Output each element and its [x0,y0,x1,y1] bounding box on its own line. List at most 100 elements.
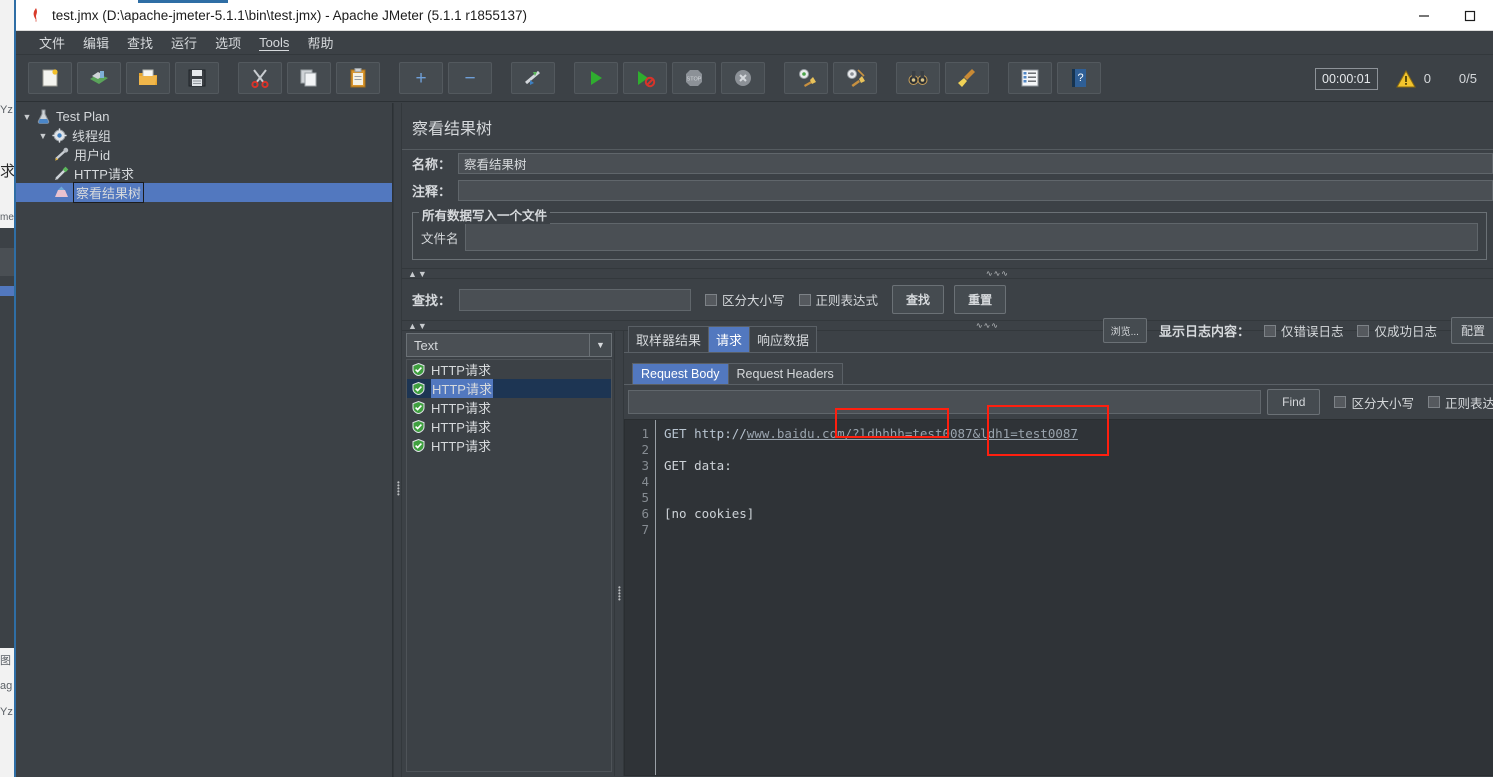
minus-icon[interactable]: − [448,62,492,94]
warning-indicator[interactable]: 0 [1395,69,1431,88]
tree-node-user-id[interactable]: 用户id [16,145,392,164]
tree-node-http-request[interactable]: HTTP请求 [16,164,392,183]
search-case-sensitive-checkbox[interactable] [705,293,718,306]
search-find-button[interactable]: 查找 [892,285,945,314]
tab-sampler-result[interactable]: 取样器结果 [628,326,710,352]
copy-pages-icon[interactable] [287,62,331,94]
horizontal-splitter-top[interactable]: ▲▼ ∿∿∿ [402,268,1493,279]
list-lines-icon[interactable] [1008,62,1052,94]
menu-item-search[interactable]: 查找 [118,31,162,54]
chevron-down-icon[interactable]: ▼ [589,334,611,356]
menu-item-file[interactable]: 文件 [30,31,74,54]
menu-item-tools[interactable]: Tools [250,33,298,52]
tree-node-test-plan[interactable]: ▼ Test Plan [16,107,392,126]
code-line-1: GET http://www.baidu.com/?ldhhhh=test008… [664,426,1493,442]
broom-icon[interactable] [945,62,989,94]
splitter-grip[interactable]: ∿∿∿ [986,269,1009,278]
shutdown-circle-icon[interactable] [721,62,765,94]
help-book-icon[interactable]: ? [1057,62,1101,94]
menu-item-options[interactable]: 选项 [206,31,250,54]
editor-content[interactable]: GET http://www.baidu.com/?ldhhhh=test008… [655,420,1493,775]
code-line-1-scheme: http:// [694,426,747,441]
tree-node-view-results-tree[interactable]: 察看结果树 [16,182,392,203]
plus-icon[interactable]: + [399,62,443,94]
play-green-icon[interactable] [574,62,618,94]
tree-node-label: 察看结果树 [72,182,145,203]
sample-results-list[interactable]: HTTP请求 HTTP请求 HTTP请求 HTTP请求 HTTP请求 [406,359,612,772]
menu-item-help[interactable]: 帮助 [298,31,342,54]
list-item[interactable]: HTTP请求 [407,379,611,398]
editor-find-input[interactable] [628,390,1262,414]
minimize-icon[interactable] [1401,0,1447,31]
clipboard-icon[interactable] [336,62,380,94]
tab-request[interactable]: 请求 [708,326,751,352]
name-input[interactable] [458,153,1493,174]
window-controls[interactable] [1401,0,1493,31]
results-list-column: Text ▼ HTTP请求 HTTP请求 HTTP请求 HTTP请求 HTTP请… [402,331,614,776]
filename-label: 文件名 [421,231,459,246]
stop-octagon-icon[interactable]: STOP [672,62,716,94]
errors-only-checkbox-wrap[interactable]: 仅错误日志 [1263,321,1343,340]
gear-broom-all-icon[interactable] [833,62,877,94]
splitter-arrows-icon[interactable]: ▲▼ [408,269,428,279]
save-disk-icon[interactable] [175,62,219,94]
main-split: ▼ Test Plan ▼ 线程组 用户id HTTP请求 察看结果树 • • … [16,103,1493,777]
binoculars-icon[interactable] [896,62,940,94]
list-item[interactable]: HTTP请求 [407,436,611,455]
splitter-arrows-icon[interactable]: ▲▼ [408,321,428,331]
tree-node-label: 用户id [74,148,111,163]
expand-twisty-icon[interactable]: ▼ [20,112,34,122]
success-shield-icon [412,381,425,398]
list-item[interactable]: HTTP请求 [407,417,611,436]
splitter-grip[interactable] [397,481,400,496]
list-item[interactable]: HTTP请求 [407,360,611,379]
search-regexp-wrap[interactable]: 正则表达式 [798,290,878,309]
test-plan-tree[interactable]: ▼ Test Plan ▼ 线程组 用户id HTTP请求 察看结果树 [16,103,393,777]
line-number: 1 [641,426,649,441]
open-folder-icon[interactable] [126,62,170,94]
request-subtabs[interactable]: Request Body Request Headers [624,363,1493,385]
subtab-request-headers[interactable]: Request Headers [727,363,843,384]
test-plan-icon [34,109,53,124]
menu-item-edit[interactable]: 编辑 [74,31,118,54]
list-item[interactable]: HTTP请求 [407,398,611,417]
menu-item-run[interactable]: 运行 [162,31,206,54]
tree-node-thread-group[interactable]: ▼ 线程组 [16,126,392,145]
subtab-request-body[interactable]: Request Body [632,363,729,384]
new-document-icon[interactable] [28,62,72,94]
expand-twisty-icon[interactable]: ▼ [36,131,50,141]
menu-bar[interactable]: 文件 编辑 查找 运行 选项 Tools 帮助 [16,31,1493,55]
search-reset-button[interactable]: 重置 [954,285,1007,314]
filename-input[interactable] [464,223,1478,251]
search-case-sensitive-wrap[interactable]: 区分大小写 [705,290,785,309]
list-item-label: HTTP请求 [431,401,491,416]
templates-icon[interactable] [77,62,121,94]
editor-case-sensitive-wrap[interactable]: 区分大小写 [1334,393,1414,412]
toggle-pencil-icon[interactable] [511,62,555,94]
results-detail-splitter[interactable] [614,331,624,776]
editor-regexp-wrap[interactable]: 正则表达 [1427,393,1493,412]
elapsed-time: 00:00:01 [1315,67,1378,90]
editor-regexp-checkbox[interactable] [1427,396,1440,408]
configure-button[interactable]: 配置 [1450,317,1493,344]
gear-broom-icon[interactable] [784,62,828,94]
renderer-dropdown[interactable]: Text ▼ [406,333,612,357]
maximize-icon[interactable] [1447,0,1493,31]
errors-only-checkbox[interactable] [1263,324,1276,337]
scissors-icon[interactable] [238,62,282,94]
list-item-label: HTTP请求 [431,439,491,454]
comment-input[interactable] [458,180,1493,201]
tab-response-data[interactable]: 响应数据 [749,326,818,352]
search-regexp-checkbox[interactable] [798,293,811,306]
successes-only-checkbox[interactable] [1357,324,1370,337]
editor-find-button[interactable]: Find [1267,389,1321,415]
search-input[interactable] [459,288,692,311]
browse-button[interactable]: 浏览... [1102,318,1147,343]
play-no-pause-icon[interactable] [623,62,667,94]
successes-only-checkbox-wrap[interactable]: 仅成功日志 [1357,321,1437,340]
splitter-grip[interactable] [618,586,621,601]
editor-case-sensitive-checkbox[interactable] [1334,396,1347,408]
tree-detail-splitter[interactable] [393,103,402,777]
splitter-grip[interactable]: ∿∿∿ [976,321,999,330]
request-body-editor[interactable]: 1 2 3 4 5 6 7 GET http://www.baidu.com/?… [624,419,1493,776]
